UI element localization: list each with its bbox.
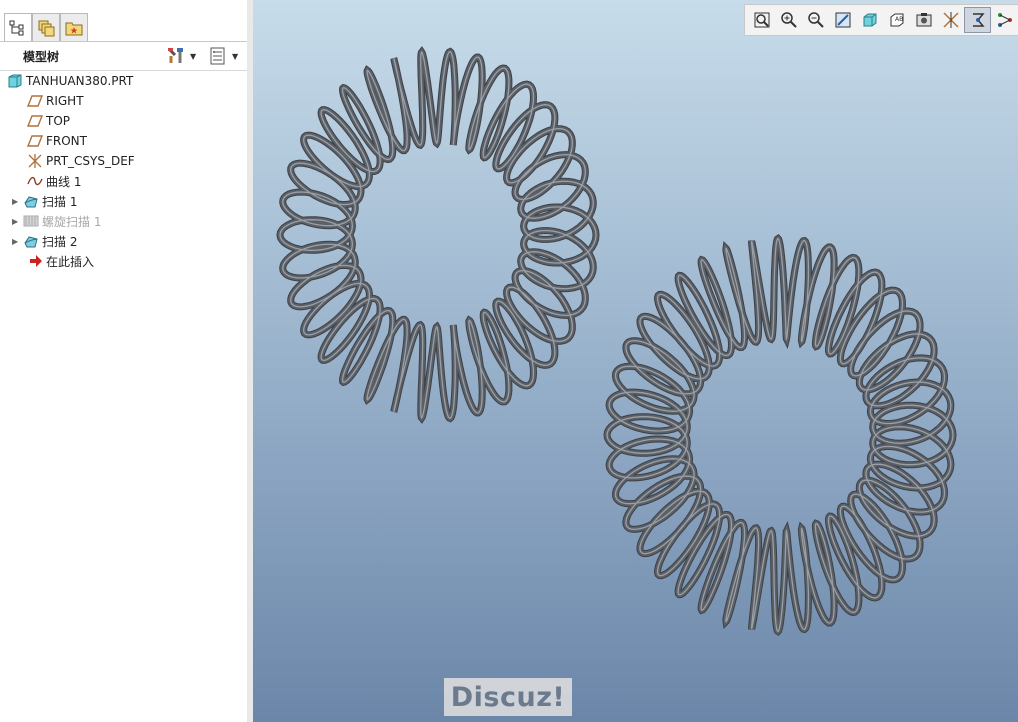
tree-item-csys[interactable]: PRT_CSYS_DEF — [26, 151, 135, 171]
zoom-out-icon[interactable] — [802, 7, 829, 33]
tree-item-label: 扫描 2 — [42, 234, 78, 249]
tree-item-label: TANHUAN380.PRT — [26, 74, 134, 88]
tree-item-top[interactable]: TOP — [26, 111, 70, 131]
helical-sweep-icon — [22, 213, 40, 229]
svg-text:AB: AB — [895, 16, 903, 23]
list-settings-icon — [210, 47, 225, 65]
datum-plane-icon — [26, 113, 44, 129]
spring-model-1[interactable] — [276, 46, 600, 424]
sweep-icon — [22, 193, 40, 209]
tree-item-label: 在此插入 — [46, 254, 95, 269]
tab-favorites[interactable] — [60, 13, 88, 41]
tree-item-sweep-2[interactable]: ▶ 扫描 2 — [12, 231, 77, 251]
tree-item-label: 曲线 1 — [46, 174, 82, 189]
expand-arrow-icon[interactable]: ▶ — [12, 197, 22, 206]
tree-item-label: FRONT — [46, 134, 87, 148]
csys-icon — [26, 153, 44, 169]
tree-item-front[interactable]: FRONT — [26, 131, 87, 151]
tools-icon — [167, 47, 183, 63]
tree-item-label: PRT_CSYS_DEF — [46, 154, 135, 168]
tree-item-label: 扫描 1 — [42, 194, 78, 209]
tree-item-helical-sweep-1[interactable]: ▶ 螺旋扫描 1 — [12, 211, 101, 231]
tree-item-right[interactable]: RIGHT — [26, 91, 84, 111]
tree-filter-button[interactable]: ▼ — [208, 46, 238, 66]
graphics-window[interactable]: AB Discuz! — [253, 0, 1018, 722]
expand-arrow-icon[interactable]: ▶ — [12, 217, 22, 226]
folder-star-tab-icon — [65, 22, 83, 35]
display-style-icon[interactable] — [856, 7, 883, 33]
curve-icon — [26, 173, 44, 189]
insert-arrow-icon — [26, 253, 44, 269]
spring-models — [276, 46, 957, 637]
tree-item-sweep-1[interactable]: ▶ 扫描 1 — [12, 191, 77, 211]
refit-icon[interactable] — [748, 7, 775, 33]
layers-tab-icon — [38, 20, 55, 36]
tree-item-label: TOP — [46, 114, 71, 128]
sweep-icon — [22, 233, 40, 249]
tree-item-curve[interactable]: 曲线 1 — [26, 171, 81, 191]
view-toolbar: AB — [744, 4, 1018, 36]
model-tree-header: 模型树 ▼ ▼ — [0, 42, 247, 70]
zoom-in-icon[interactable] — [775, 7, 802, 33]
tree-settings-button[interactable]: ▼ — [166, 46, 196, 66]
spin-center-icon[interactable] — [991, 7, 1018, 33]
chevron-down-icon: ▼ — [190, 51, 197, 61]
model-tree-tab-icon — [9, 20, 24, 36]
tab-model-tree[interactable] — [4, 13, 32, 42]
model-tree-title: 模型树 — [23, 50, 60, 64]
tree-item-part[interactable]: TANHUAN380.PRT — [6, 71, 133, 91]
annotation-display-icon[interactable] — [964, 7, 991, 33]
model-tree-panel: 模型树 ▼ ▼ TANHUAN380.PRT RIGHT TOP FRONT P… — [0, 0, 248, 722]
tree-item-label: RIGHT — [46, 94, 84, 108]
watermark: Discuz! — [444, 678, 572, 716]
datum-plane-icon — [26, 133, 44, 149]
tree-item-insert-here[interactable]: 在此插入 — [26, 251, 94, 271]
part-icon — [6, 73, 24, 89]
chevron-down-icon: ▼ — [232, 51, 239, 61]
datum-plane-icon — [26, 93, 44, 109]
repaint-icon[interactable] — [829, 7, 856, 33]
tab-layers[interactable] — [32, 13, 60, 41]
spring-model-2[interactable] — [603, 233, 957, 637]
expand-arrow-icon[interactable]: ▶ — [12, 237, 22, 246]
tree-item-label: 螺旋扫描 1 — [42, 214, 102, 229]
saved-views-icon[interactable]: AB — [883, 7, 910, 33]
datum-display-icon[interactable] — [937, 7, 964, 33]
view-manager-icon[interactable] — [910, 7, 937, 33]
